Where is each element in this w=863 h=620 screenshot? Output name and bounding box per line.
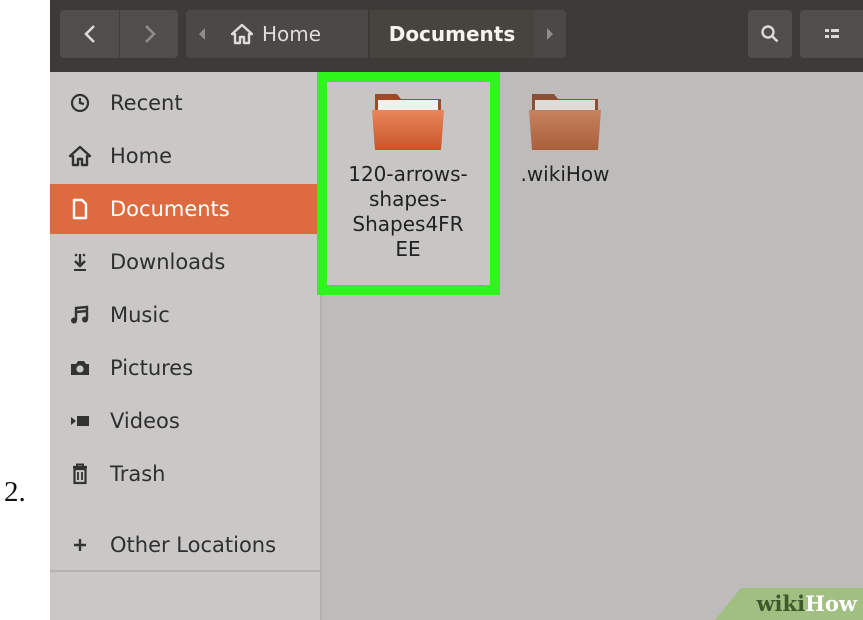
view-options-button[interactable] [800, 10, 863, 58]
chevron-left-icon [83, 25, 95, 43]
home-icon [230, 23, 254, 45]
sidebar-item-label: Other Locations [110, 533, 277, 557]
sidebar-item-recent[interactable]: Recent [50, 78, 320, 128]
path-scroll-right-button[interactable] [534, 10, 566, 58]
sidebar-item-label: Downloads [110, 250, 226, 274]
sidebar-item-documents[interactable]: Documents [50, 184, 320, 234]
step-number: 2. [4, 476, 26, 508]
header-bar: Home Documents [50, 0, 863, 72]
breadcrumb-documents-label: Documents [388, 22, 516, 46]
sidebar-item-home[interactable]: Home [50, 131, 320, 181]
sidebar-item-videos[interactable]: Videos [50, 396, 320, 446]
sidebar-item-label: Recent [110, 91, 183, 115]
sidebar-item-label: Videos [110, 409, 180, 433]
music-icon [50, 304, 110, 326]
sidebar-item-music[interactable]: Music [50, 290, 320, 340]
folder-item[interactable]: 120-arrows- shapes- Shapes4FR EE [343, 88, 473, 262]
clock-icon [50, 92, 110, 114]
path-scroll-left-button[interactable] [186, 10, 218, 58]
plus-icon [50, 536, 110, 554]
download-icon [50, 251, 110, 273]
watermark-how: How [805, 591, 857, 616]
sidebar-item-downloads[interactable]: Downloads [50, 237, 320, 287]
sidebar-item-label: Pictures [110, 356, 194, 380]
sidebar-item-label: Music [110, 303, 170, 327]
folder-icon [372, 94, 444, 150]
list-view-icon [824, 29, 839, 38]
folder-icon [529, 94, 601, 150]
camera-icon [50, 358, 110, 378]
sidebar-item-label: Documents [110, 197, 230, 221]
folder-item[interactable]: .wikiHow [510, 88, 620, 187]
wikihow-watermark: wikiHow [693, 584, 863, 620]
back-button[interactable] [60, 10, 119, 58]
folder-name: 120-arrows- shapes- Shapes4FR EE [348, 162, 468, 261]
caret-left-icon [199, 28, 205, 40]
watermark-wiki: wiki [756, 591, 806, 616]
sidebar-separator [50, 570, 320, 572]
breadcrumb-home-label: Home [262, 22, 322, 46]
breadcrumb-documents[interactable]: Documents [370, 10, 534, 58]
sidebar-item-label: Trash [110, 462, 166, 486]
caret-right-icon [547, 28, 553, 40]
video-icon [50, 412, 110, 430]
places-sidebar: Recent Home Documents Downloads Music Pi… [50, 72, 320, 620]
sidebar-item-pictures[interactable]: Pictures [50, 343, 320, 393]
sidebar-item-trash[interactable]: Trash [50, 449, 320, 499]
search-button[interactable] [748, 10, 792, 58]
breadcrumb-home[interactable]: Home [218, 10, 368, 58]
trash-icon [50, 462, 110, 486]
forward-button[interactable] [119, 10, 179, 58]
navigation-buttons [60, 10, 178, 58]
sidebar-item-other-locations[interactable]: Other Locations [50, 520, 320, 570]
search-icon [761, 25, 779, 43]
path-bar: Home Documents [186, 10, 566, 58]
folder-name: .wikiHow [520, 162, 610, 186]
document-icon [50, 198, 110, 220]
chevron-right-icon [144, 25, 156, 43]
file-manager-window: Home Documents Recent Home Documents Dow… [50, 0, 863, 620]
home-icon [50, 145, 110, 167]
sidebar-item-label: Home [110, 144, 173, 168]
